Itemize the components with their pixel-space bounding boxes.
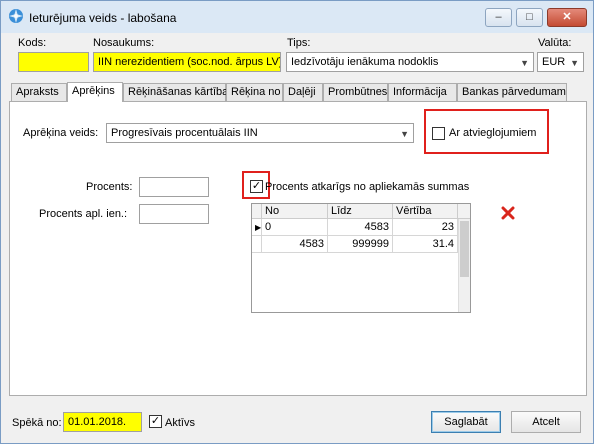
tab-prombutnes[interactable]: Prombūtnes — [323, 83, 388, 101]
cancel-button[interactable]: Atcelt — [511, 411, 581, 433]
tips-label: Tips: — [287, 37, 311, 49]
minimize-button[interactable]: – — [485, 8, 512, 27]
close-button[interactable]: ✕ — [547, 8, 587, 27]
red-x-icon[interactable] — [501, 206, 515, 220]
aktivs-label: Aktīvs — [165, 417, 195, 429]
atvieglojumi-label: Ar atvieglojumiem — [449, 127, 537, 139]
table-cell-vertiba[interactable]: 23 — [393, 219, 458, 236]
kods-input[interactable] — [18, 52, 89, 72]
table-scrollbar[interactable] — [458, 219, 470, 312]
tab-informacija[interactable]: Informācija — [388, 83, 457, 101]
rates-table[interactable]: No Līdz Vērtība ▶ 0 4583 23 4583 999999 … — [251, 203, 471, 313]
row-indicator-header — [252, 204, 262, 219]
atvieglojumi-checkbox[interactable] — [432, 127, 445, 140]
procents-label: Procents: — [86, 181, 133, 193]
column-header-no[interactable]: No — [262, 204, 328, 219]
nosaukums-label: Nosaukums: — [93, 37, 155, 49]
tab-rekinasanas-kartiba[interactable]: Rēķināšanas kārtība — [123, 83, 228, 101]
table-cell-lidz[interactable]: 999999 — [328, 236, 393, 253]
tab-aprekins[interactable]: Aprēķins — [67, 82, 123, 102]
maximize-button[interactable]: □ — [516, 8, 543, 27]
speka-no-label: Spēkā no: — [12, 417, 62, 429]
column-header-lidz[interactable]: Līdz — [328, 204, 393, 219]
atkarigs-checkbox[interactable]: ✓ — [250, 180, 263, 193]
aktivs-checkbox[interactable]: ✓ — [149, 415, 162, 428]
chevron-down-icon: ▼ — [520, 58, 529, 68]
tab-bankas-parvedumam[interactable]: Bankas pārvedumam — [457, 83, 567, 101]
tips-select[interactable]: Iedzīvotāju ienākuma nodoklis ▼ — [286, 52, 534, 72]
table-cell-lidz[interactable]: 4583 — [328, 219, 393, 236]
save-button[interactable]: Saglabāt — [431, 411, 501, 433]
dialog-window: Ieturējuma veids - labošana – □ ✕ Kods: … — [0, 0, 594, 444]
app-icon — [9, 9, 23, 23]
tab-apraksts[interactable]: Apraksts — [11, 83, 67, 101]
chevron-down-icon: ▼ — [570, 58, 579, 68]
valuta-label: Valūta: — [538, 37, 572, 49]
tab-rekina-no[interactable]: Rēķina no — [226, 83, 283, 101]
table-cell-no[interactable]: 4583 — [262, 236, 328, 253]
procents-apl-label: Procents apl. ien.: — [39, 208, 128, 220]
procents-apl-input[interactable] — [139, 204, 209, 224]
aprekina-veids-select[interactable]: Progresīvais procentuālais IIN ▼ — [106, 123, 414, 143]
aprekina-veids-value: Progresīvais procentuālais IIN — [111, 127, 258, 139]
atkarigs-label: Procents atkarīgs no apliekamās summas — [265, 181, 470, 193]
procents-input[interactable] — [139, 177, 209, 197]
table-header: No Līdz Vērtība — [252, 204, 470, 219]
tab-daleji[interactable]: Daļēji — [283, 83, 323, 101]
speka-no-input[interactable]: 01.01.2018. — [63, 412, 142, 432]
chevron-down-icon: ▼ — [400, 129, 409, 139]
current-row-icon: ▶ — [252, 219, 262, 236]
window-title: Ieturējuma veids - labošana — [29, 11, 177, 25]
scrollbar-thumb[interactable] — [460, 221, 469, 277]
kods-label: Kods: — [18, 37, 47, 49]
column-header-vertiba[interactable]: Vērtība — [393, 204, 458, 219]
table-cell-no[interactable]: 0 — [262, 219, 328, 236]
nosaukums-input[interactable]: IIN nerezidentiem (soc.nod. ārpus LV) — [93, 52, 281, 72]
table-cell-vertiba[interactable]: 31.4 — [393, 236, 458, 253]
row-indicator — [252, 236, 262, 253]
title-bar[interactable]: Ieturējuma veids - labošana – □ ✕ — [1, 1, 593, 33]
aprekina-veids-label: Aprēķina veids: — [23, 127, 99, 139]
tips-value: Iedzīvotāju ienākuma nodoklis — [291, 56, 439, 68]
valuta-select[interactable]: EUR ▼ — [537, 52, 584, 72]
valuta-value: EUR — [542, 56, 566, 68]
